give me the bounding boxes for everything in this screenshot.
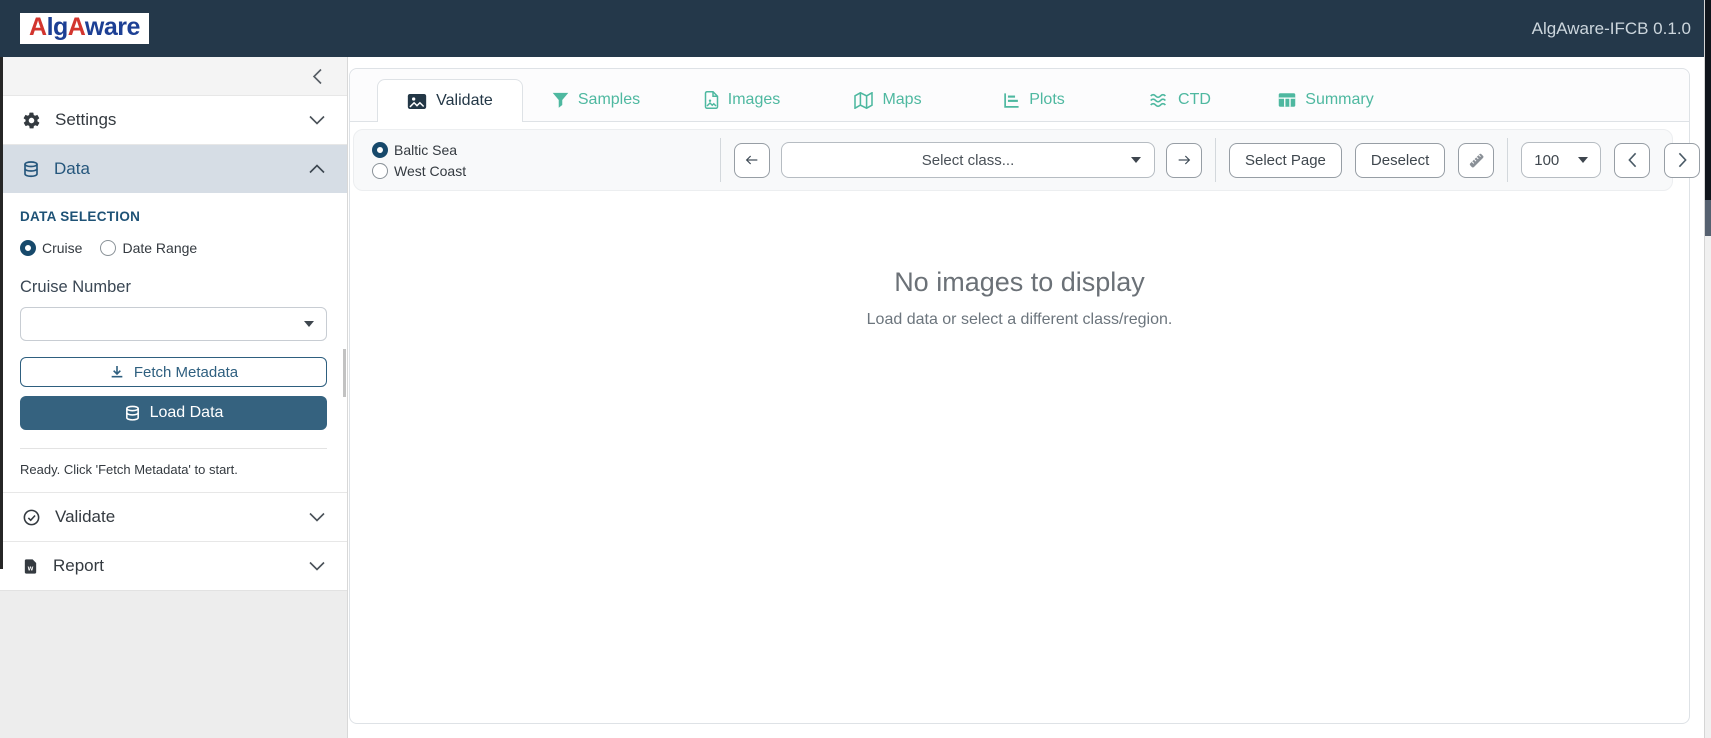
class-select[interactable]: Select class... [781,142,1155,178]
tab-summary[interactable]: Summary [1253,79,1399,121]
sidebar-collapse-row [0,57,347,95]
baltic-sea-label: Baltic Sea [394,141,458,158]
filter-icon [552,92,569,108]
chevron-right-icon [1677,152,1688,168]
previous-class-button[interactable] [734,142,770,178]
logo-text: A [29,13,47,41]
scrollbar-thumb[interactable] [1705,200,1711,236]
caret-down-icon [304,321,314,327]
sidebar-item-label: Report [53,556,105,575]
fetch-metadata-button[interactable]: Fetch Metadata [20,357,327,387]
empty-state: No images to display Load data or select… [350,267,1689,329]
select-page-button[interactable]: Select Page [1229,142,1342,178]
table-icon [1278,92,1296,108]
label-tool-button[interactable] [1458,142,1495,178]
file-image-icon [704,91,719,109]
content-card: Validate Samples Images Maps Plots CTD S… [349,68,1701,724]
sidebar: Settings Data DATA SELECTION Cruise Date… [0,57,348,738]
gear-icon [22,111,41,130]
bar-chart-icon [1003,92,1020,109]
tab-samples[interactable]: Samples [523,79,669,121]
west-coast-label: West Coast [394,162,467,179]
ruler-icon [1467,151,1486,170]
database-icon [124,405,141,422]
data-selection-panel: DATA SELECTION Cruise Date Range Cruise … [0,193,347,492]
page-size-value: 100 [1534,151,1560,169]
chevron-down-icon [309,512,325,522]
class-select-placeholder: Select class... [921,151,1015,169]
caret-down-icon [1131,157,1141,163]
empty-state-subtitle: Load data or select a different class/re… [866,311,1173,328]
deselect-button[interactable]: Deselect [1354,142,1446,178]
toolbar-divider [1215,138,1216,182]
arrow-left-icon [743,152,761,168]
sidebar-empty-area [0,590,347,738]
top-navbar: AlgAware AlgAware-IFCB 0.1.0 [0,0,1711,57]
tab-bar: Validate Samples Images Maps Plots CTD S… [350,69,1689,122]
date-range-radio-label: Date Range [122,240,198,256]
sidebar-item-label: Settings [55,110,117,129]
cruise-number-select[interactable] [20,307,327,341]
toolbar-divider [720,138,721,182]
sidebar-item-label: Data [54,159,90,178]
scrollbar-track-dark [1705,0,1711,200]
main-content: Validate Samples Images Maps Plots CTD S… [348,57,1711,738]
cruise-radio[interactable] [20,240,36,256]
chevron-up-icon [309,164,325,174]
waves-icon [1149,93,1169,108]
tab-maps[interactable]: Maps [815,79,961,121]
database-icon [22,160,40,179]
tab-ctd[interactable]: CTD [1107,79,1253,121]
sidebar-left-scrollbar[interactable] [0,57,3,569]
baltic-sea-radio[interactable] [372,141,388,158]
app-version: AlgAware-IFCB 0.1.0 [1531,18,1691,38]
tab-plots[interactable]: Plots [961,79,1107,121]
data-mode-radio-group: Cruise Date Range [20,240,327,256]
status-message: Ready. Click 'Fetch Metadata' to start. [20,462,238,477]
load-data-button[interactable]: Load Data [20,396,327,430]
empty-state-title: No images to display [894,267,1145,297]
next-class-button[interactable] [1166,142,1202,178]
svg-text:w: w [27,564,34,572]
sidebar-item-validate[interactable]: Validate [0,492,347,541]
sidebar-item-label: Validate [55,507,116,526]
map-icon [854,91,874,109]
region-radio-group: Baltic Sea West Coast [372,141,707,179]
word-document-icon: w [22,557,39,576]
arrow-right-icon [1175,152,1193,168]
west-coast-radio[interactable] [372,162,388,179]
chevron-down-icon [309,115,325,125]
tab-images[interactable]: Images [669,79,815,121]
caret-down-icon [1578,157,1589,163]
cruise-radio-label: Cruise [42,240,83,256]
download-icon [109,364,125,380]
next-page-button[interactable] [1664,142,1701,178]
check-circle-icon [22,508,41,527]
chevron-down-icon [309,561,325,571]
region-west-coast-option[interactable]: West Coast [372,162,707,179]
validate-toolbar: Baltic Sea West Coast Select class... Se… [353,129,1701,191]
chevron-left-icon [1627,152,1638,168]
sidebar-item-report[interactable]: w Report [0,541,347,590]
image-icon [407,93,427,110]
toolbar-divider [1507,138,1509,182]
tab-validate[interactable]: Validate [377,79,523,122]
date-range-radio[interactable] [100,240,117,256]
collapse-sidebar-icon[interactable] [312,68,323,85]
region-baltic-option[interactable]: Baltic Sea [372,141,707,158]
page-size-select[interactable]: 100 [1521,142,1602,178]
sidebar-scrollbar-thumb[interactable] [343,349,346,397]
algaware-logo: AlgAware [20,13,149,44]
cruise-number-label: Cruise Number [20,278,131,296]
page-scrollbar[interactable] [1704,0,1711,738]
sidebar-item-settings[interactable]: Settings [0,95,347,144]
previous-page-button[interactable] [1614,142,1651,178]
data-selection-title: DATA SELECTION [20,209,141,224]
sidebar-item-data[interactable]: Data [0,144,347,193]
